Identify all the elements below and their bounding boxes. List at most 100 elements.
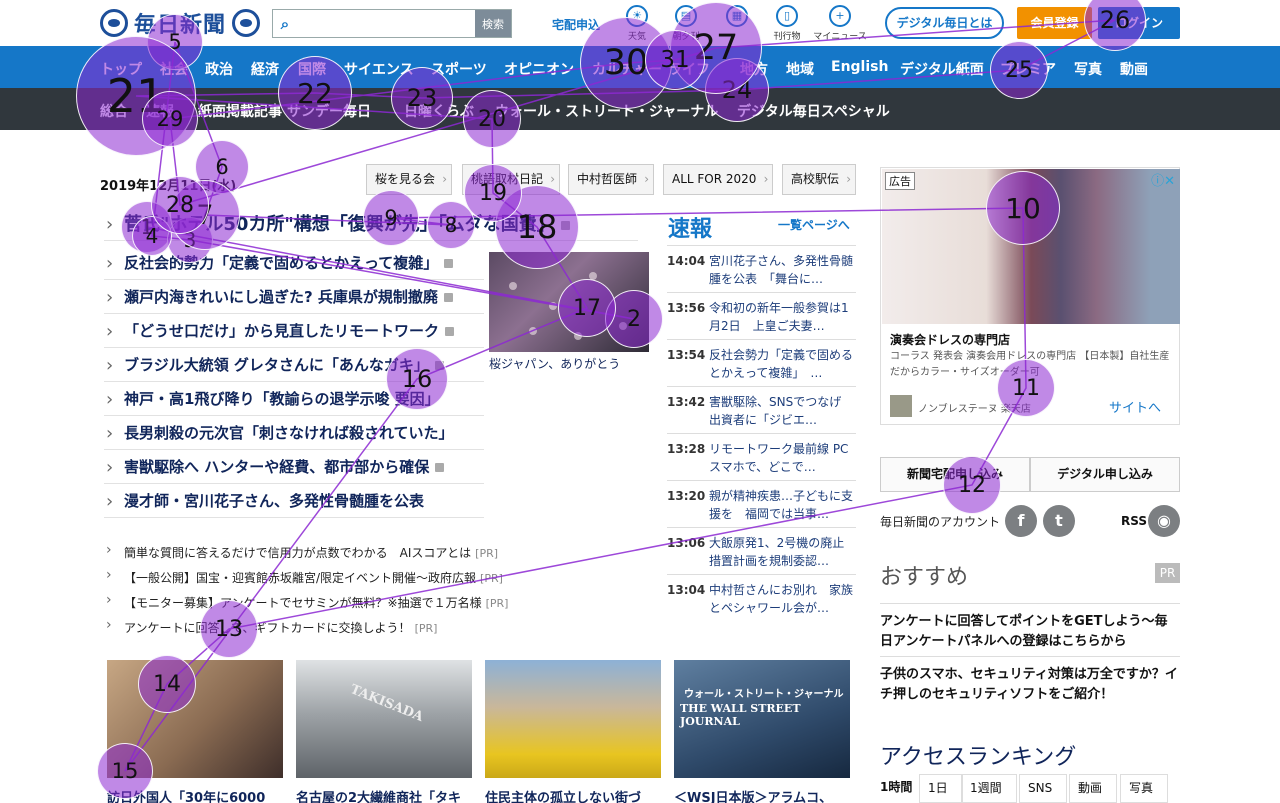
breaking-news-item[interactable]: 13:04 中村哲さんにお別れ 家族とペシャワール会が… [667,574,856,620]
sub-nav-item[interactable]: 総合 [100,101,128,121]
digital-subscribe-button[interactable]: デジタル申し込み [1030,457,1180,492]
recommend-item[interactable]: 子供のスマホ、セキュリティ対策は万全ですか？イチ押しのセキュリティソフトをご紹介… [880,656,1180,705]
main-photo-caption[interactable]: 桜ジャパン、ありがとう [489,355,620,372]
headline-link[interactable]: 反社会的勢力「定義で固めるとかえって複雑」 [104,247,484,280]
recommend-item[interactable]: アンケートに回答してポイントをGETしよう～毎日アンケートパネルへの登録はこちら… [880,603,1180,652]
main-nav-item[interactable]: トップ [100,59,142,79]
main-nav-item[interactable]: プレミア [1000,59,1056,79]
headline-text: 神戸・高1飛び降り「教諭らの退学示唆 要因」 [124,390,440,408]
facebook-icon[interactable]: f [1005,505,1037,537]
sub-nav-item[interactable]: 速報 [146,101,174,121]
headline-link[interactable]: 長男刺殺の元次官「刺さなければ殺されていた」 [104,417,484,450]
advertisement[interactable]: 広告 ⓘ✕ 演奏会ドレスの専門店 コーラス 発表会 演奏会用ドレスの専門店 【日… [880,167,1180,425]
tag-link[interactable]: 桃語取材日記 [462,164,561,195]
headline-link[interactable]: 「どうせ口だけ」から見直したリモートワーク [104,315,484,348]
main-nav-item[interactable]: English [831,59,888,75]
ad-image[interactable] [882,169,1180,324]
breaking-news-item[interactable]: 13:06 大飯原発1、2号機の廃止措置計画を規制委認… [667,527,856,573]
card-photo[interactable]: TAKISADA [296,660,472,778]
login-button[interactable]: ログイン [1098,7,1180,39]
headline-link[interactable]: 菅氏"ホテル50カ所"構想「復興が先」「ムダな国費」 [104,208,638,241]
search-button[interactable]: 検索 [475,10,511,37]
pr-link[interactable]: 簡単な質問に答えるだけで信用力が点数でわかる AIスコアとは[PR] [104,542,498,561]
ranking-tab[interactable]: SNS [1019,774,1068,803]
search-input[interactable] [297,10,475,37]
ad-shop-name: ノンブレステーヌ 楽天店 [918,404,1031,415]
ranking-tab[interactable]: 1日 [919,774,963,803]
card-photo[interactable] [107,660,283,778]
publications-link[interactable]: ▯ 刊行物 [764,5,810,42]
main-nav-item[interactable]: 国際 [298,59,326,79]
headline-text: 「どうせ口だけ」から見直したリモートワーク [124,322,440,340]
page-date: 2019年12月11日(水) [100,179,237,194]
pr-text: 【モニター募集】アンケートでセサミンが無料？※抽選で１万名様 [124,596,482,610]
card-caption[interactable]: ＜WSJ日本版＞アラムコ、 [674,787,832,803]
sub-nav-item[interactable]: デジタル毎日スペシャル [737,101,890,121]
main-nav-item[interactable]: 経済 [251,59,279,79]
ranking-tab[interactable]: 1週間 [961,774,1017,803]
weather-link[interactable]: ☀ 天気 [614,5,660,42]
ranking-tab[interactable]: 写真 [1120,774,1169,803]
breaking-more-link[interactable]: 一覧ページへ [778,216,850,233]
rss-link[interactable]: RSS [1121,514,1147,528]
morning-evening-link[interactable]: ▤ 朝夕刊 [663,5,709,42]
breaking-news-item[interactable]: 13:54 反社会勢力「定義で固めるとかえって複雑」 … [667,339,856,385]
sub-nav-item[interactable]: ウォール・ストリート・ジャーナル [495,101,718,121]
site-logo[interactable]: 毎日新聞 [100,8,261,38]
main-nav-item[interactable]: 社会 [160,59,188,79]
headline-link[interactable]: 害獣駆除へ ハンターや経費、都市部から確保 [104,451,484,484]
register-button[interactable]: 会員登録 [1017,7,1092,39]
pr-link[interactable]: 【モニター募集】アンケートでセサミンが無料？※抽選で１万名様[PR] [104,592,508,611]
sub-nav-item[interactable]: 日曜くらぶ [404,101,474,121]
breaking-news-item[interactable]: 13:28 リモートワーク最前線 PC スマホで、どこで… [667,433,856,479]
headline-link[interactable]: ブラジル大統領 グレタさんに「あんなガキ」 [104,349,484,382]
ad-close-icon[interactable]: ⓘ✕ [1151,170,1175,189]
breaking-news-item[interactable]: 14:04 宮川花子さん、多発性骨髄腫を公表 「舞台に… [667,245,856,291]
rss-icon[interactable]: ◉ [1148,505,1180,537]
main-news-photo[interactable] [489,252,649,352]
main-nav-item[interactable]: 動画 [1120,59,1148,79]
headline-link[interactable]: 瀬戸内海きれいにし過ぎた? 兵庫県が規制撤廃 [104,281,484,314]
main-nav-item[interactable]: 地域 [786,59,814,79]
news-time: 13:04 [667,583,706,597]
main-nav-item[interactable]: サイエンス [344,59,414,79]
card-photo[interactable]: ウォール・ストリート・ジャーナル THE WALL STREET JOURNAL [674,660,850,778]
pr-link[interactable]: アンケートに回答して、ギフトカードに交換しよう！[PR] [104,617,437,636]
sub-nav-item[interactable]: 紙面掲載記事 [198,101,282,121]
lock-icon [560,220,570,230]
pr-link[interactable]: 【一般公開】国宝・迎賓館赤坂離宮/限定イベント開催～政府広報[PR] [104,567,503,586]
tag-link[interactable]: 高校駅伝 [782,164,857,195]
tag-link[interactable]: ALL FOR 2020 [663,164,774,195]
ad-title[interactable]: 演奏会ドレスの専門店 [890,331,1010,348]
delivery-link[interactable]: 宅配申込 [552,16,600,33]
ad-site-link[interactable]: サイトへ [1109,397,1161,416]
breaking-news-item[interactable]: 13:42 害獣駆除、SNSでつなげ 出資者に「ジビエ… [667,386,856,432]
main-nav-item[interactable]: 写真 [1074,59,1102,79]
card-caption[interactable]: 訪日外国人「30年に6000 [107,787,265,803]
breaking-news-item[interactable]: 13:56 令和初の新年一般参賀は1月2日 上皇ご夫妻… [667,292,856,338]
card-photo[interactable] [485,660,661,778]
breaking-news-item[interactable]: 13:20 親が精神疾患…子どもに支援を 福岡では当事… [667,480,856,526]
edition-icon: ▦ [726,5,748,27]
card-caption[interactable]: 名古屋の2大繊維商社「タキ [296,787,461,803]
paper-subscribe-button[interactable]: 新聞宅配申し込み [880,457,1030,492]
morning-evening-link-2[interactable]: ▦ [714,5,760,29]
main-nav-item[interactable]: 地方 [740,59,768,79]
sub-nav-item[interactable]: サンデー毎日 [287,101,371,121]
main-nav-item[interactable]: オピニオン [504,59,574,79]
twitter-icon[interactable]: t [1043,505,1075,537]
tag-link[interactable]: 桜を見る会 [366,164,453,195]
main-nav-item[interactable]: スポーツ [431,59,487,79]
headline-link[interactable]: 漫才師・宮川花子さん、多発性骨髄腫を公表 [104,485,484,518]
card-caption[interactable]: 住民主体の孤立しない街づ [485,787,641,803]
ranking-tab[interactable]: 動画 [1069,774,1118,803]
news-text: 親が精神疾患…子どもに支援を 福岡では当事… [709,489,854,521]
tag-link[interactable]: 中村哲医師 [568,164,655,195]
main-nav-item[interactable]: ライフ [668,59,710,79]
mynews-link[interactable]: + マイニュース [812,5,868,42]
main-nav-item[interactable]: カルチャー [592,59,662,79]
main-nav-item[interactable]: デジタル紙面 [900,59,984,79]
digital-mainichi-button[interactable]: デジタル毎日とは [885,7,1004,39]
headline-link[interactable]: 神戸・高1飛び降り「教諭らの退学示唆 要因」 [104,383,484,416]
main-nav-item[interactable]: 政治 [205,59,233,79]
